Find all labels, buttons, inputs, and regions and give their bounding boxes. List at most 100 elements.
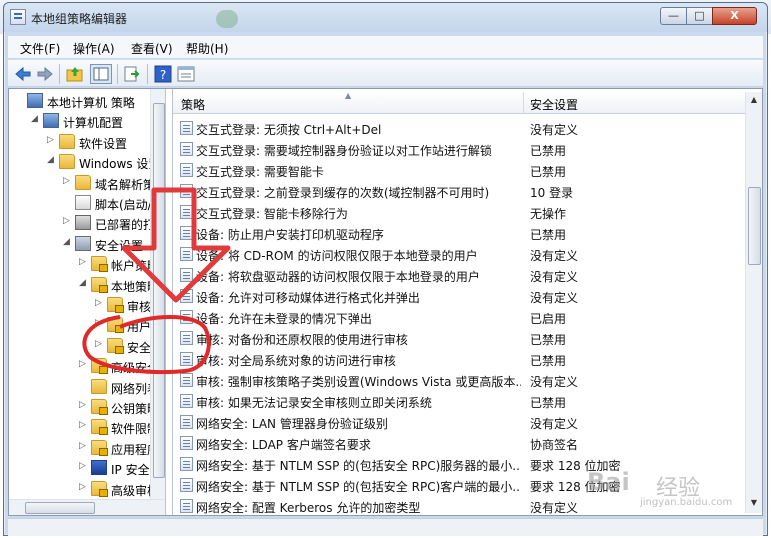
expand-icon[interactable]: ▷ (95, 299, 104, 308)
expand-icon[interactable]: ▷ (79, 401, 88, 410)
column-policy[interactable]: 策略 (181, 96, 205, 113)
tree-node[interactable]: ▷ 公钥策略 (9, 397, 150, 417)
expand-icon[interactable]: ▷ (79, 441, 88, 451)
tree-node[interactable]: 网络列表管理器策略 (9, 377, 150, 397)
tree-node[interactable]: 脚本(启动/关机) (9, 193, 150, 213)
policy-list: ▲ 策略 安全设置 交互式登录: 无须按 Ctrl+Alt+Del 没有定义 交互式… (172, 89, 762, 515)
tree-vertical-scrollbar[interactable] (150, 89, 165, 499)
tree-node[interactable]: ▷ 审核策略 (9, 295, 150, 315)
policy-setting-icon (180, 268, 193, 282)
tree-node[interactable]: ▷ 域名解析策略 (9, 173, 150, 193)
policy-row[interactable]: 网络安全: LAN 管理器身份验证级别 没有定义 (173, 411, 745, 432)
tree-node[interactable]: 本地计算机 策略 (9, 91, 150, 111)
export-icon[interactable] (123, 65, 141, 83)
expand-icon[interactable]: ▷ (79, 462, 88, 471)
policy-setting-icon (180, 184, 193, 198)
policy-row[interactable]: 审核: 如果无法记录安全审核则立即关闭系统 已禁用 (173, 390, 745, 411)
list-vertical-scrollbar[interactable]: ▲ ▼ (745, 92, 762, 513)
column-separator[interactable] (523, 92, 524, 114)
collapse-icon[interactable]: ◢ (79, 278, 88, 288)
security-setting-value: 已禁用 (530, 396, 567, 410)
tree-node[interactable]: ▷ 软件设置 (9, 132, 150, 152)
policy-row[interactable]: 交互式登录: 智能卡移除行为 无操作 (173, 201, 745, 222)
back-icon[interactable] (14, 65, 32, 83)
policy-row[interactable]: 设备: 将 CD-ROM 的访问权限仅限于本地登录的用户 没有定义 (173, 243, 745, 264)
show-tree-icon[interactable] (90, 64, 112, 84)
tree-node[interactable]: ◢ 本地策略 (9, 275, 150, 295)
collapse-icon[interactable]: ◢ (47, 156, 56, 165)
tree-scroll-thumb[interactable] (153, 103, 165, 478)
folder-icon (91, 378, 107, 394)
folder-lock-icon (91, 480, 108, 497)
title-bar[interactable]: 本地组策略编辑器 — □ X (4, 3, 767, 32)
toolbar-separator (147, 64, 148, 84)
expand-icon[interactable]: ▷ (63, 217, 72, 226)
policy-row[interactable]: 交互式登录: 需要智能卡 已禁用 (173, 159, 745, 180)
ghost-circle-icon (216, 10, 238, 28)
tree-node[interactable]: ▷ 已部署的打印机 (9, 213, 150, 233)
tree-hscroll-thumb[interactable] (25, 502, 95, 514)
maximize-button[interactable]: □ (686, 7, 713, 25)
menu-action[interactable]: 操作(A) (73, 40, 115, 57)
folder-lock-icon (107, 297, 124, 313)
expand-icon[interactable]: ▷ (79, 258, 88, 267)
tree-node[interactable]: ▷ 软件限制策略 (9, 417, 150, 437)
policy-setting-icon (180, 310, 193, 324)
scroll-down-arrow-icon[interactable]: ▼ (746, 495, 762, 511)
policy-row[interactable]: 设备: 允许在未登录的情况下弹出 已启用 (173, 306, 745, 327)
scroll-up-arrow-icon[interactable]: ▲ (746, 92, 762, 108)
tree-node-label: 应用程序控制策略 (111, 442, 150, 457)
collapse-icon[interactable]: ◢ (63, 237, 72, 247)
policy-row[interactable]: 网络安全: LDAP 客户端签名要求 协商签名 (173, 432, 745, 453)
menu-view[interactable]: 查看(V) (131, 40, 173, 57)
policy-row[interactable]: 交互式登录: 之前登录到缓存的次数(域控制器不可用时) 10 登录 (173, 180, 745, 201)
properties-icon[interactable] (177, 65, 195, 83)
policy-row[interactable]: 交互式登录: 无须按 Ctrl+Alt+Del 没有定义 (173, 117, 745, 138)
expand-icon[interactable]: ▷ (79, 421, 88, 430)
policy-setting-icon (180, 121, 193, 135)
expand-icon[interactable]: ▷ (47, 135, 56, 145)
tree-node[interactable]: ◢ 计算机配置 (9, 111, 150, 131)
tree-node[interactable]: ▷ IP 安全策略 (9, 458, 150, 478)
policy-row[interactable]: 审核: 对全局系统对象的访问进行审核 已禁用 (173, 348, 745, 369)
list-scroll-thumb[interactable] (748, 187, 761, 265)
menu-help[interactable]: 帮助(H) (186, 40, 228, 57)
expand-icon[interactable]: ▷ (63, 176, 72, 186)
folder-lock-icon (107, 317, 124, 334)
tree-node[interactable]: ▷ 用户权限分配 (9, 315, 150, 335)
tree-node[interactable]: ▷ 应用程序控制策略 (9, 438, 150, 458)
policy-row[interactable]: 审核: 对备份和还原权限的使用进行审核 已禁用 (173, 327, 745, 348)
policy-row[interactable]: 设备: 防止用户安装打印机驱动程序 已禁用 (173, 222, 745, 243)
computer-policy-icon (27, 93, 43, 108)
policy-setting-icon (180, 142, 193, 156)
tree-node[interactable]: ▷ 高级审核策略配置 (9, 479, 150, 499)
expand-icon[interactable]: ▷ (79, 482, 88, 492)
policy-row[interactable]: 交互式登录: 需要域控制器身份验证以对工作站进行解锁 已禁用 (173, 138, 745, 159)
tree-node[interactable]: ▷ 安全选项 (9, 336, 150, 356)
policy-row[interactable]: 设备: 将软盘驱动器的访问权限仅限于本地登录的用户 没有定义 (173, 264, 745, 285)
tree-node[interactable]: ◢ Windows 设置 (9, 152, 150, 172)
close-button[interactable]: X (712, 7, 757, 25)
expand-icon[interactable]: ▷ (79, 360, 88, 369)
folder-lock-icon (91, 399, 108, 415)
policy-row[interactable]: 设备: 允许对可移动媒体进行格式化并弹出 没有定义 (173, 285, 745, 306)
minimize-button[interactable]: — (660, 7, 687, 25)
up-folder-icon[interactable] (66, 65, 84, 83)
tree-node-label: 软件限制策略 (111, 422, 150, 437)
policy-setting-icon (180, 394, 193, 408)
tree-horizontal-scrollbar[interactable] (9, 499, 165, 515)
security-settings-icon (75, 235, 91, 251)
expand-icon[interactable]: ▷ (95, 319, 104, 328)
tree-node[interactable]: ◢ 安全设置 (9, 234, 150, 254)
policy-row[interactable]: 审核: 强制审核策略子类别设置(Windows Vista 或更高版本... 没有… (173, 369, 745, 390)
policy-setting-icon (180, 226, 193, 240)
forward-icon[interactable] (36, 65, 54, 83)
gpedit-app-icon (10, 9, 26, 25)
tree-node[interactable]: ▷ 高级安全 Windows 防火墙 (9, 356, 150, 376)
tree-node[interactable]: ▷ 帐户策略 (9, 254, 150, 274)
collapse-icon[interactable]: ◢ (31, 115, 40, 124)
help-icon[interactable]: ? (154, 65, 172, 83)
expand-icon[interactable]: ▷ (95, 339, 104, 349)
menu-file[interactable]: 文件(F) (20, 40, 60, 57)
column-security-setting[interactable]: 安全设置 (530, 96, 578, 113)
